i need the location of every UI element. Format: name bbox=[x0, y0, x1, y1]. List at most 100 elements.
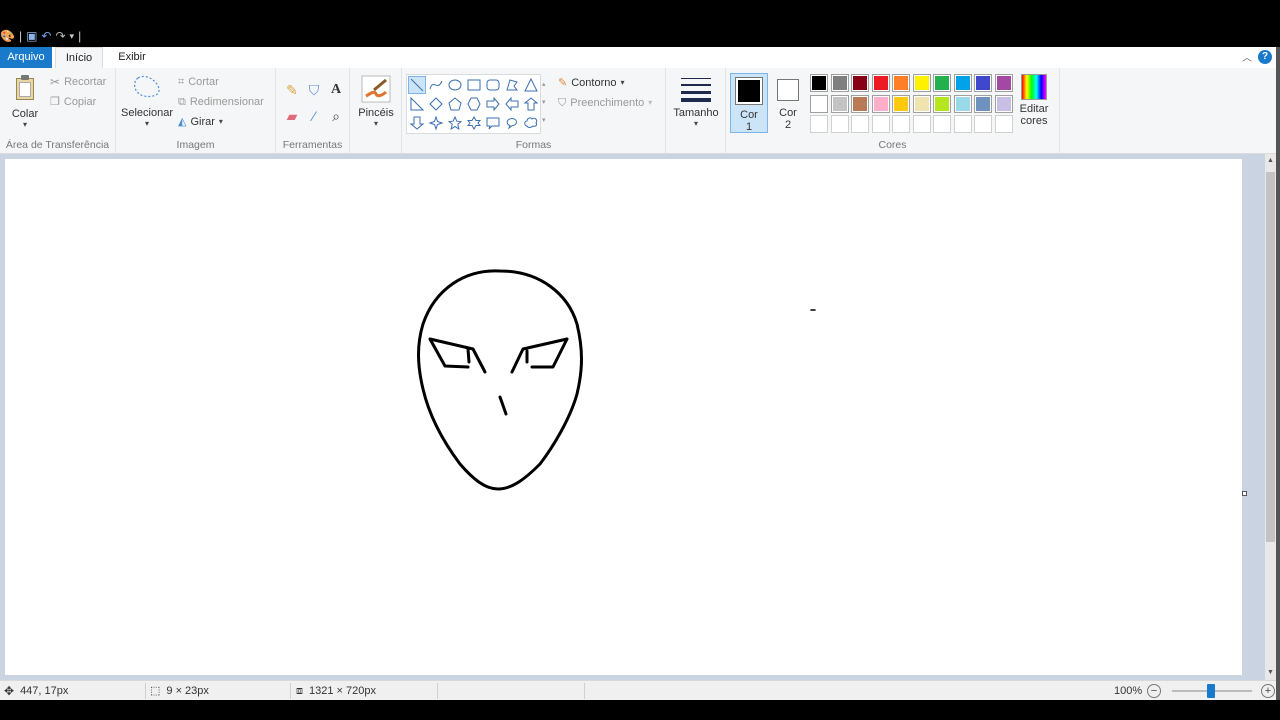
tab-exibir[interactable]: Exibir bbox=[110, 47, 154, 68]
palette-color-swatch[interactable] bbox=[810, 74, 828, 92]
zoom-slider-thumb[interactable] bbox=[1207, 684, 1215, 698]
palette-color-swatch[interactable] bbox=[933, 74, 951, 92]
palette-color-swatch[interactable] bbox=[851, 94, 869, 113]
curve-shape-icon[interactable] bbox=[427, 76, 445, 94]
cloud-callout-shape-icon[interactable] bbox=[522, 114, 540, 132]
star6-shape-icon[interactable] bbox=[465, 114, 483, 132]
palette-custom-swatch[interactable] bbox=[871, 115, 890, 133]
help-icon[interactable]: ? bbox=[1258, 50, 1272, 64]
line-shape-icon[interactable] bbox=[408, 76, 426, 94]
palette-color-swatch[interactable] bbox=[830, 74, 849, 92]
resize-label: Redimensionar bbox=[189, 96, 264, 108]
palette-custom-swatch[interactable] bbox=[810, 115, 828, 133]
scroll-down-icon[interactable]: ▼ bbox=[1265, 667, 1276, 679]
tab-inicio[interactable]: Início bbox=[55, 47, 103, 68]
drawing-canvas[interactable] bbox=[5, 159, 1242, 675]
select-button[interactable]: Selecionar ▾ bbox=[120, 72, 174, 128]
face-drawing bbox=[417, 269, 816, 491]
color-wheel-icon bbox=[1021, 74, 1047, 100]
text-icon[interactable]: A bbox=[328, 82, 344, 98]
palette-color-swatch[interactable] bbox=[912, 94, 931, 113]
cut-label: Recortar bbox=[64, 76, 107, 88]
fill-bucket-icon[interactable]: ⛉ bbox=[306, 82, 322, 98]
color-picker-icon[interactable]: ⁄ bbox=[306, 108, 322, 124]
palette-color-swatch[interactable] bbox=[974, 74, 992, 92]
magnifier-icon[interactable]: ⌕ bbox=[328, 108, 344, 124]
resize-button[interactable]: ⧉ Redimensionar bbox=[178, 93, 264, 111]
palette-color-swatch[interactable] bbox=[892, 74, 910, 92]
zoom-in-button[interactable]: + bbox=[1261, 684, 1275, 698]
quick-access-toolbar: 🎨 | ▣ ↶ ↷ ▾ | bbox=[0, 28, 81, 44]
rounded-rectangle-shape-icon[interactable] bbox=[484, 76, 502, 94]
palette-custom-swatch[interactable] bbox=[974, 115, 992, 133]
crop-button[interactable]: ⌗ Cortar bbox=[178, 73, 219, 91]
colors-group: Cor 1 Cor 2 Editar cores Cores bbox=[726, 68, 1060, 154]
collapse-ribbon-icon[interactable]: ︿ bbox=[1242, 49, 1252, 64]
star5-shape-icon[interactable] bbox=[446, 114, 464, 132]
scroll-up-icon[interactable]: ▲ bbox=[1265, 155, 1276, 167]
palette-color-swatch[interactable] bbox=[871, 94, 890, 113]
rotate-button[interactable]: ◭ Girar ▾ bbox=[178, 113, 223, 131]
fill-icon: ⛉ bbox=[558, 97, 567, 109]
eraser-icon[interactable]: ▰ bbox=[284, 108, 300, 124]
palette-color-swatch[interactable] bbox=[953, 74, 972, 92]
tab-arquivo[interactable]: Arquivo bbox=[0, 47, 52, 68]
palette-custom-swatch[interactable] bbox=[851, 115, 869, 133]
zoom-out-button[interactable]: − bbox=[1147, 684, 1161, 698]
brushes-button[interactable]: Pincéis ▾ bbox=[356, 74, 396, 128]
customize-qat-icon[interactable]: ▾ bbox=[70, 28, 75, 44]
palette-color-swatch[interactable] bbox=[953, 94, 972, 113]
scroll-thumb[interactable] bbox=[1266, 172, 1275, 542]
palette-custom-swatch[interactable] bbox=[994, 115, 1013, 133]
palette-color-swatch[interactable] bbox=[871, 74, 890, 92]
right-triangle-shape-icon[interactable] bbox=[408, 95, 426, 113]
cut-button[interactable]: ✂ Recortar bbox=[50, 73, 106, 91]
palette-color-swatch[interactable] bbox=[892, 94, 910, 113]
pentagon-shape-icon[interactable] bbox=[446, 95, 464, 113]
oval-callout-shape-icon[interactable] bbox=[503, 114, 521, 132]
polygon-shape-icon[interactable] bbox=[503, 76, 521, 94]
rect-callout-shape-icon[interactable] bbox=[484, 114, 502, 132]
fill-button[interactable]: ⛉ Preenchimento ▾ bbox=[558, 94, 652, 112]
tools-group-label: Ferramentas bbox=[282, 139, 343, 151]
undo-icon[interactable]: ↶ bbox=[41, 28, 51, 44]
color2-button[interactable]: Cor 2 bbox=[770, 73, 806, 133]
redo-icon[interactable]: ↷ bbox=[55, 28, 65, 44]
rectangle-shape-icon[interactable] bbox=[465, 76, 483, 94]
palette-color-swatch[interactable] bbox=[974, 94, 992, 113]
paint-app-icon[interactable]: 🎨 bbox=[0, 28, 15, 44]
size-button[interactable]: Tamanho ▾ bbox=[672, 74, 720, 128]
paste-button[interactable]: Colar ▾ bbox=[6, 74, 44, 129]
save-icon[interactable]: ▣ bbox=[26, 28, 37, 44]
outline-button[interactable]: ✎ Contorno ▾ bbox=[558, 74, 625, 92]
resize-handle-right[interactable] bbox=[1242, 491, 1247, 496]
palette-color-swatch[interactable] bbox=[994, 94, 1013, 113]
palette-custom-swatch[interactable] bbox=[830, 115, 849, 133]
palette-custom-swatch[interactable] bbox=[892, 115, 910, 133]
diamond-shape-icon[interactable] bbox=[427, 95, 445, 113]
palette-color-swatch[interactable] bbox=[994, 74, 1013, 92]
hexagon-shape-icon[interactable] bbox=[465, 95, 483, 113]
vertical-scrollbar[interactable]: ▲ ▼ bbox=[1265, 154, 1276, 680]
arrow-up-shape-icon[interactable] bbox=[522, 95, 540, 113]
palette-color-swatch[interactable] bbox=[851, 74, 869, 92]
palette-color-swatch[interactable] bbox=[810, 94, 828, 113]
triangle-shape-icon[interactable] bbox=[522, 76, 540, 94]
arrow-right-shape-icon[interactable] bbox=[484, 95, 502, 113]
edit-colors-button[interactable]: Editar cores bbox=[1014, 74, 1054, 127]
fill-caret-icon: ▾ bbox=[648, 98, 653, 107]
oval-shape-icon[interactable] bbox=[446, 76, 464, 94]
arrow-down-shape-icon[interactable] bbox=[408, 114, 426, 132]
copy-button[interactable]: ❐ Copiar bbox=[50, 93, 96, 111]
palette-custom-swatch[interactable] bbox=[953, 115, 972, 133]
pencil-icon[interactable]: ✎ bbox=[284, 82, 300, 98]
arrow-left-shape-icon[interactable] bbox=[503, 95, 521, 113]
palette-custom-swatch[interactable] bbox=[933, 115, 951, 133]
shapes-scroll-icons[interactable]: ▴ ▾ ▾ bbox=[542, 80, 546, 125]
star4-shape-icon[interactable] bbox=[427, 114, 445, 132]
palette-color-swatch[interactable] bbox=[912, 74, 931, 92]
palette-custom-swatch[interactable] bbox=[912, 115, 931, 133]
palette-color-swatch[interactable] bbox=[830, 94, 849, 113]
color1-button[interactable]: Cor 1 bbox=[730, 73, 768, 133]
palette-color-swatch[interactable] bbox=[933, 94, 951, 113]
